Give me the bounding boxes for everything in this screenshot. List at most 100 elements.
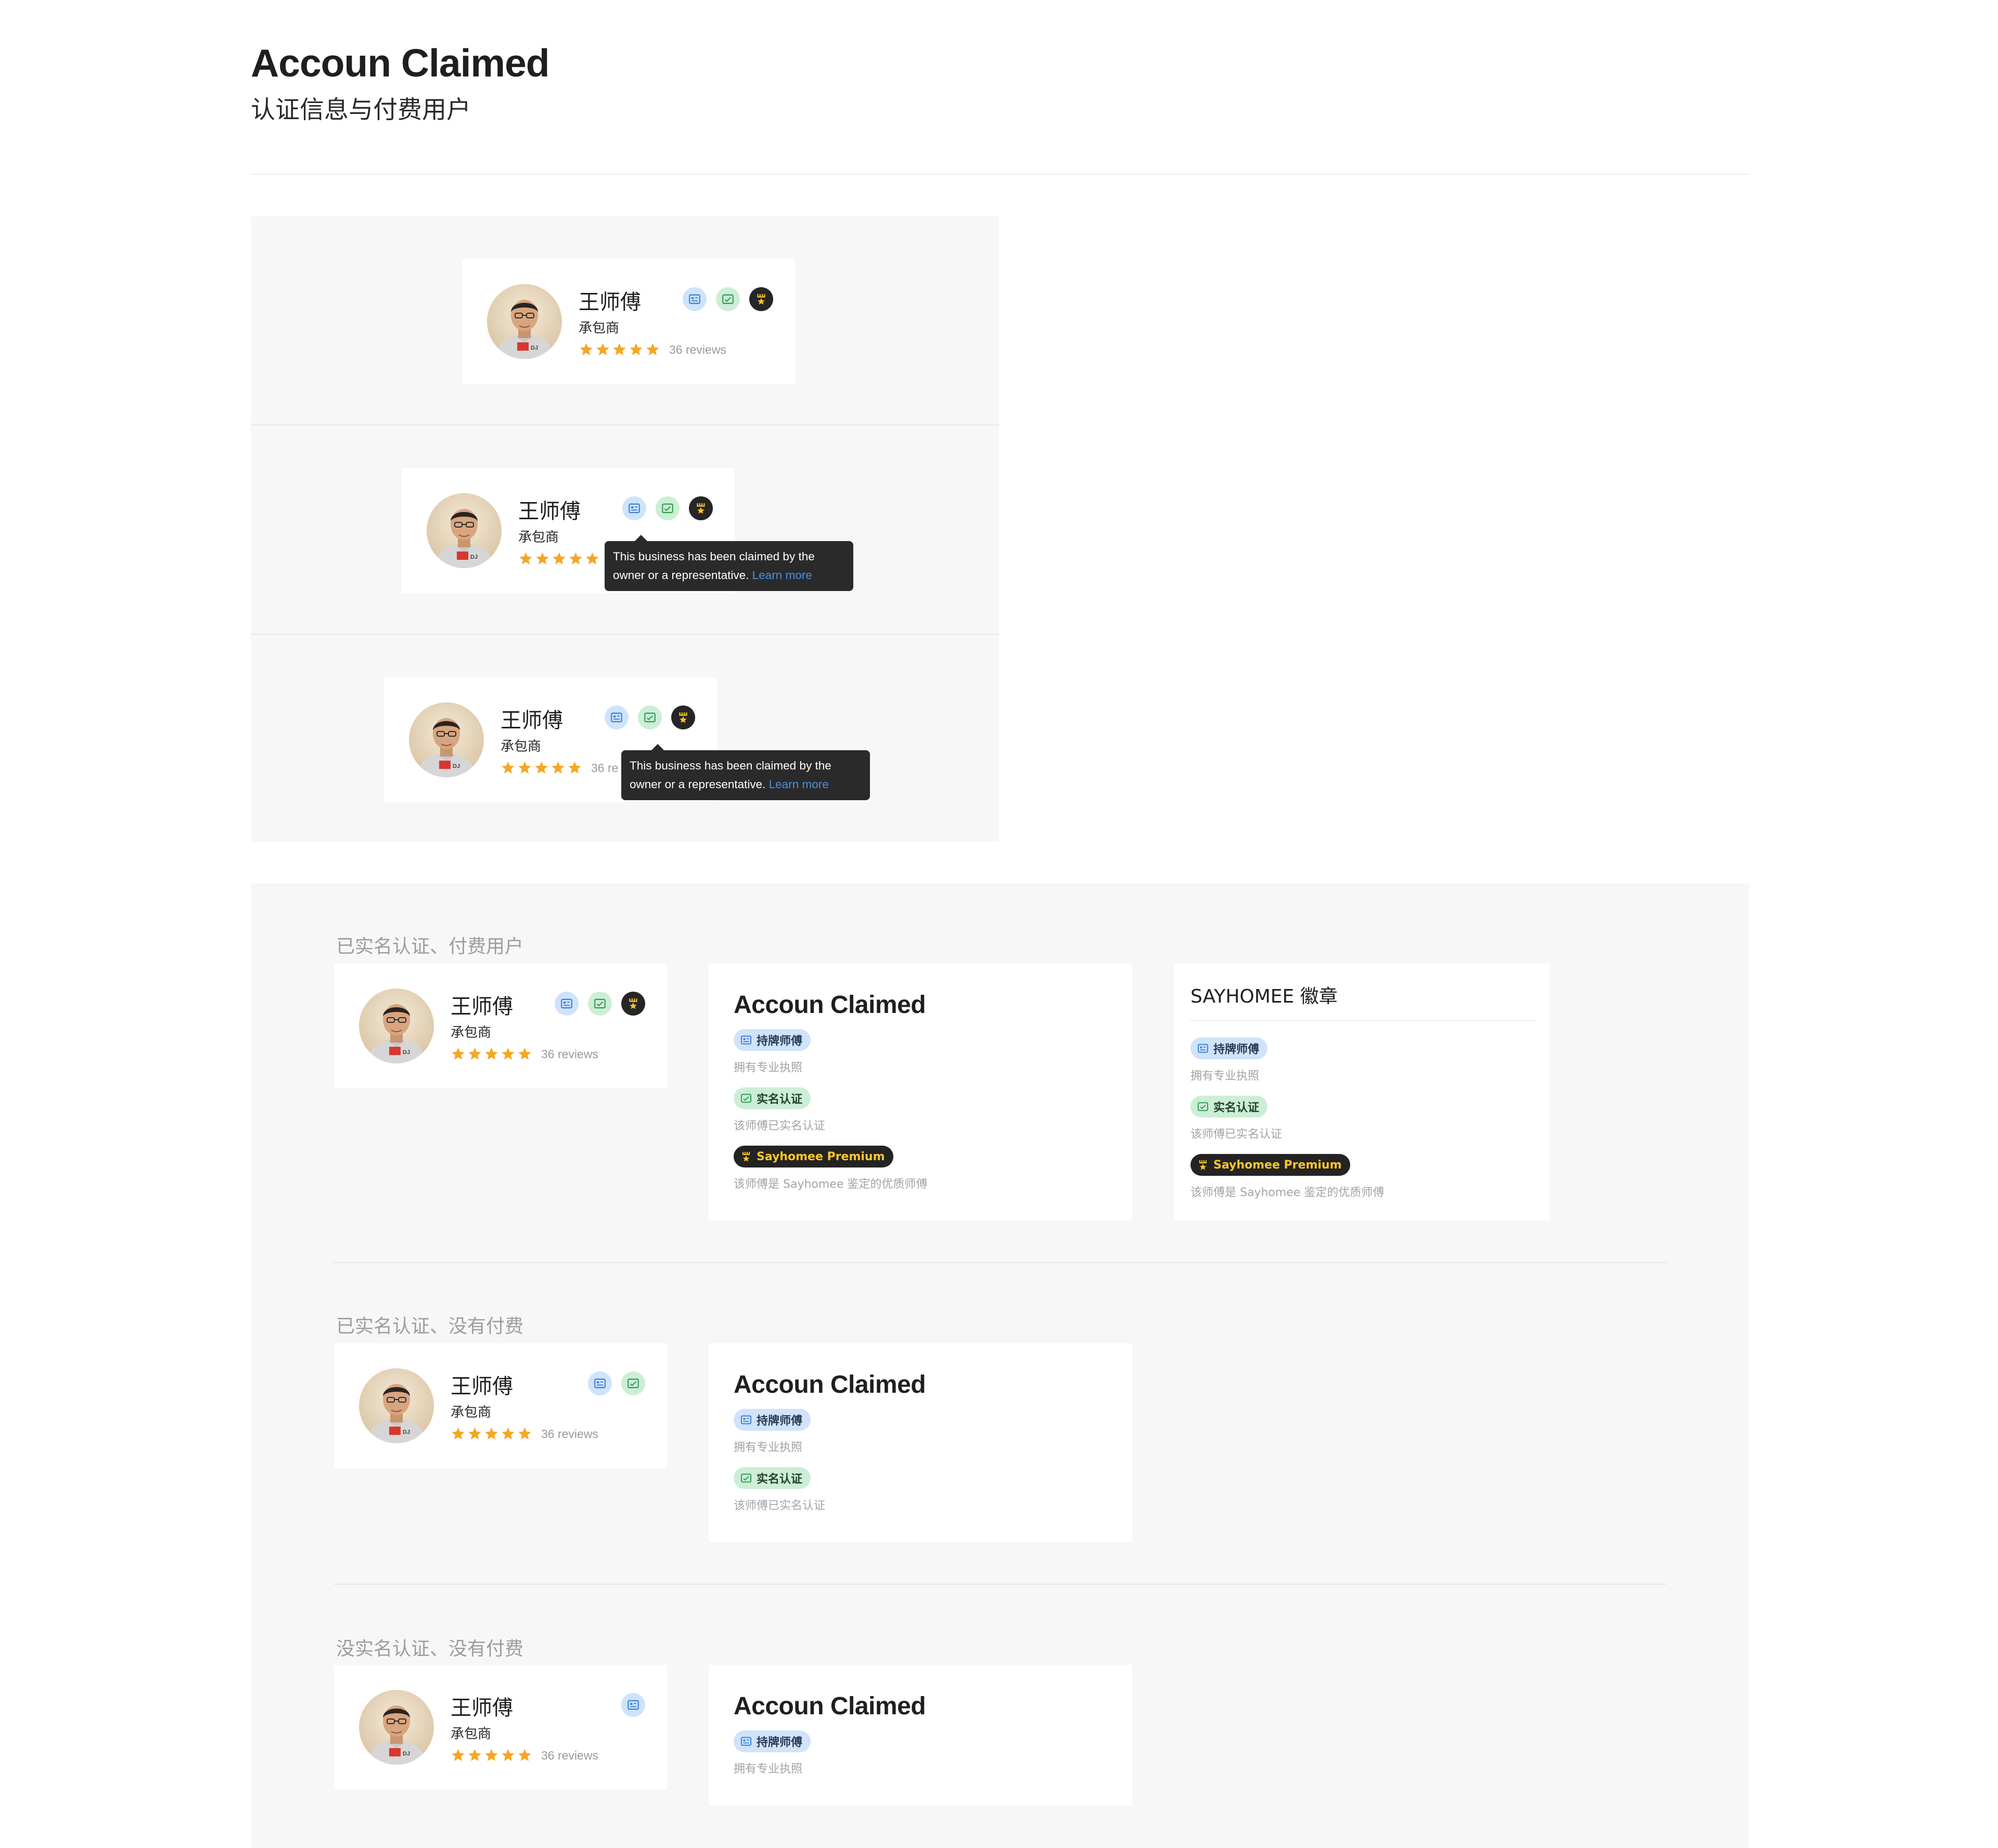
premium-crown-star-icon-badge[interactable]	[689, 496, 713, 520]
legend-card-verified: Accoun Claimed 持牌师傅 拥有专业执照 实名认证 该师傅已实名认证	[709, 1343, 1132, 1542]
star-icon	[484, 1748, 499, 1763]
legend-item-verified: 实名认证 该师傅已实名认证	[1190, 1096, 1282, 1141]
licensed-desc: 拥有专业执照	[734, 1061, 803, 1074]
star-icon	[501, 761, 516, 775]
id-card-icon-badge[interactable]	[621, 1693, 645, 1717]
premium-label: Sayhomee Premium	[1213, 1158, 1342, 1172]
star-rating	[501, 761, 582, 775]
learn-more-link[interactable]: Learn more	[769, 778, 829, 791]
verified-desc: 该师傅已实名认证	[734, 1499, 826, 1512]
avatar[interactable]: DJ	[427, 493, 502, 568]
claimed-tooltip: This business has been claimed by the ow…	[621, 744, 870, 800]
licensed-desc: 拥有专业执照	[734, 1763, 803, 1776]
licensed-pill: 持牌师傅	[734, 1730, 811, 1752]
avatar[interactable]: DJ	[409, 702, 484, 777]
contractor-name: 王师傅	[451, 995, 513, 1019]
star-icon	[501, 1047, 516, 1061]
review-count[interactable]: 36 reviews	[669, 343, 726, 357]
licensed-label: 持牌师傅	[757, 1736, 803, 1749]
legend-item-licensed: 持牌师傅 拥有专业执照	[734, 1730, 811, 1776]
section-label-unverified-unpaid: 没实名认证、没有付费	[336, 1638, 524, 1660]
licensed-desc: 拥有专业执照	[1190, 1070, 1260, 1083]
star-icon	[467, 1748, 482, 1763]
contractor-name: 王师傅	[518, 499, 581, 523]
verified-pill: 实名认证	[1190, 1096, 1268, 1118]
badge-row	[683, 287, 773, 311]
svg-text:DJ: DJ	[470, 554, 478, 560]
contractor-name: 王师傅	[451, 1375, 513, 1398]
licensed-label: 持牌师傅	[757, 1415, 803, 1428]
profile-card[interactable]: DJ 王师傅 承包商 36 reviews	[462, 259, 795, 384]
star-icon	[629, 342, 644, 357]
profile-card[interactable]: DJ 王师傅 承包商 36 reviews	[334, 964, 667, 1088]
premium-desc: 该师傅是 Sayhomee 鉴定的优质师傅	[1190, 1186, 1385, 1199]
id-card-icon	[740, 1034, 752, 1046]
contractor-role: 承包商	[579, 320, 620, 336]
id-card-icon-badge[interactable]	[683, 287, 707, 311]
legend-item-licensed: 持牌师傅 拥有专业执照	[734, 1409, 811, 1455]
verified-check-icon	[740, 1472, 752, 1484]
star-icon	[535, 551, 550, 566]
id-card-icon-badge[interactable]	[622, 496, 646, 520]
avatar[interactable]: DJ	[359, 1690, 434, 1765]
id-card-icon-badge[interactable]	[555, 992, 579, 1016]
verified-check-icon-badge[interactable]	[621, 1371, 645, 1395]
badge-row	[588, 1371, 645, 1395]
divider	[251, 634, 999, 635]
star-icon	[484, 1047, 499, 1061]
licensed-label: 持牌师傅	[757, 1035, 803, 1048]
tooltip-line-2: owner or a representative.	[630, 778, 766, 791]
review-count[interactable]: 36 re	[591, 761, 618, 775]
review-count[interactable]: 36 reviews	[541, 1749, 598, 1763]
verified-check-icon	[740, 1092, 752, 1105]
badge-row	[621, 1693, 645, 1717]
learn-more-link[interactable]: Learn more	[752, 569, 812, 582]
badge-row	[622, 496, 713, 520]
legend-item-licensed: 持牌师傅 拥有专业执照	[1190, 1037, 1268, 1083]
avatar[interactable]: DJ	[359, 1368, 434, 1443]
tooltip-line-1: This business has been claimed by the	[630, 759, 831, 772]
id-card-icon-badge[interactable]	[605, 705, 629, 729]
verified-check-icon-badge[interactable]	[588, 992, 612, 1016]
premium-crown-star-icon-badge[interactable]	[671, 705, 695, 729]
star-icon	[501, 1427, 516, 1441]
verified-check-icon-badge[interactable]	[656, 496, 680, 520]
star-icon	[550, 761, 566, 775]
star-icon	[534, 761, 549, 775]
star-rating	[451, 1427, 532, 1441]
page-subtitle: 认证信息与付费用户	[251, 96, 471, 124]
profile-card[interactable]: DJ 王师傅 承包商 36 reviews	[334, 1343, 667, 1468]
contractor-role: 承包商	[451, 1025, 492, 1041]
review-count[interactable]: 36 reviews	[541, 1427, 598, 1441]
profile-card[interactable]: DJ 王师傅 承包商 36 reviews	[334, 1665, 667, 1790]
premium-crown-star-icon-badge[interactable]	[621, 992, 645, 1016]
svg-text:DJ: DJ	[403, 1751, 410, 1757]
star-icon	[595, 342, 610, 357]
verified-check-icon-badge[interactable]	[638, 705, 662, 729]
legend-item-premium: Sayhomee Premium 该师傅是 Sayhomee 鉴定的优质师傅	[1190, 1154, 1384, 1200]
star-icon	[484, 1427, 499, 1441]
review-count[interactable]: 36 reviews	[541, 1047, 598, 1061]
star-icon	[568, 551, 583, 566]
legend-card-basic: Accoun Claimed 持牌师傅 拥有专业执照	[709, 1665, 1132, 1805]
avatar[interactable]: DJ	[487, 284, 562, 359]
star-rating	[451, 1748, 532, 1763]
star-icon	[467, 1047, 482, 1061]
id-card-icon-badge[interactable]	[588, 1371, 612, 1395]
premium-crown-star-icon-badge[interactable]	[749, 287, 773, 311]
claimed-tooltip: This business has been claimed by the ow…	[605, 535, 853, 591]
star-icon	[467, 1427, 482, 1441]
svg-text:DJ: DJ	[403, 1429, 410, 1435]
premium-crown-star-icon	[1197, 1159, 1209, 1171]
divider	[1190, 1020, 1537, 1021]
sayhomee-badges-title: SAYHOMEE 徽章	[1190, 986, 1338, 1007]
avatar[interactable]: DJ	[359, 989, 434, 1063]
premium-desc: 该师傅是 Sayhomee 鉴定的优质师傅	[734, 1178, 928, 1191]
section-label-verified-paid: 已实名认证、付费用户	[336, 936, 524, 957]
verified-check-icon-badge[interactable]	[716, 287, 740, 311]
licensed-pill: 持牌师傅	[734, 1409, 811, 1431]
star-icon	[501, 1748, 516, 1763]
svg-text:DJ: DJ	[453, 763, 460, 769]
legend-item-premium: Sayhomee Premium 该师傅是 Sayhomee 鉴定的优质师傅	[734, 1146, 927, 1191]
legend-item-verified: 实名认证 该师傅已实名认证	[734, 1467, 825, 1513]
